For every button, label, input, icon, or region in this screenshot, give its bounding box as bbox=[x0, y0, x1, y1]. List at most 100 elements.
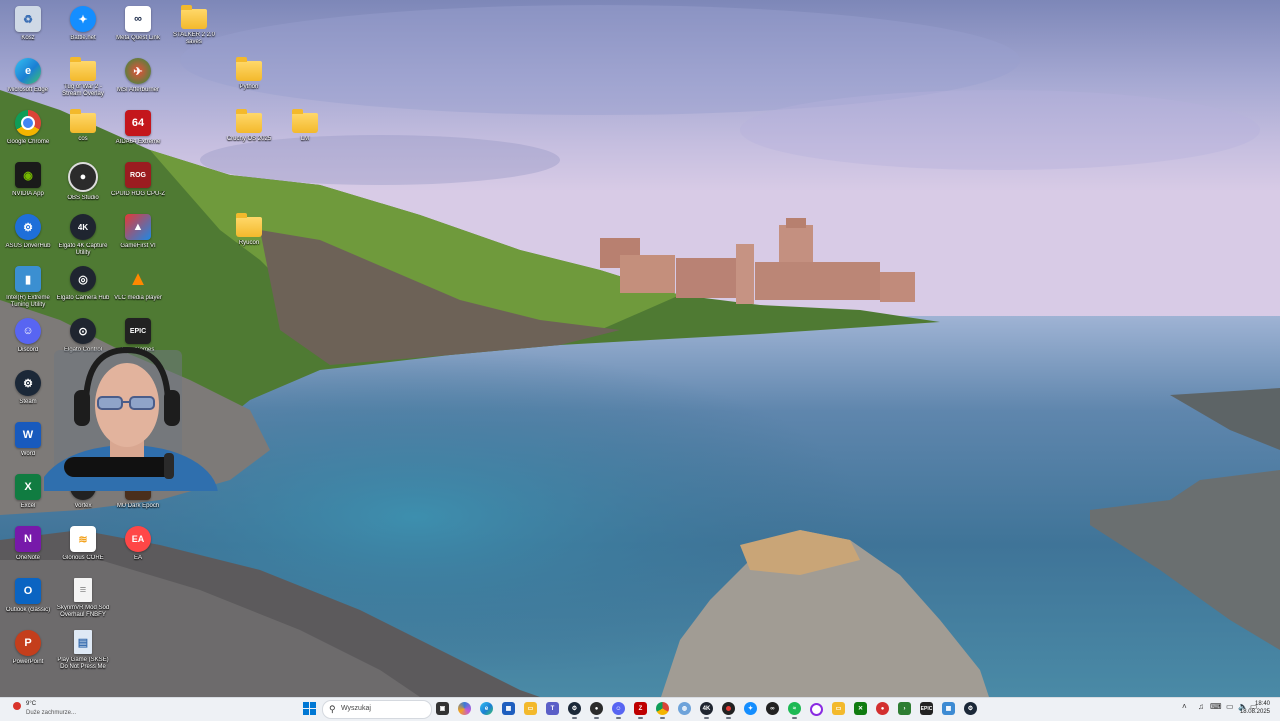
desktop-icon-obs-studio[interactable]: ● OBS Studio bbox=[55, 160, 111, 210]
asus-icon: ⚙ bbox=[15, 214, 41, 240]
desktop-icon-elgato-camera-hub[interactable]: ◎ Elgato Camera Hub bbox=[55, 264, 111, 314]
desktop-icon-vlc[interactable]: ▲ VLC media player bbox=[110, 264, 166, 314]
taskbar-teams[interactable]: T bbox=[546, 702, 559, 715]
desktop-icon-cruchy-os[interactable]: Cruchy OS 2025 bbox=[221, 108, 277, 158]
taskbar-epic[interactable]: EPIC bbox=[920, 702, 933, 715]
taskbar-circle-app[interactable] bbox=[810, 703, 823, 716]
taskbar-elgato[interactable]: 4K bbox=[700, 702, 713, 719]
desktop-icon-label: STALKER 2 2.0 saves bbox=[173, 32, 215, 45]
folder-icon bbox=[70, 109, 96, 133]
elgato-camera-icon: ◎ bbox=[70, 266, 96, 292]
desktop-icon-elgato-4k[interactable]: 4K Elgato 4K Capture Utility bbox=[55, 212, 111, 262]
desktop-icon-cpuz[interactable]: ROG CPUID ROG CPU-Z bbox=[110, 160, 166, 210]
taskbar-copilot[interactable] bbox=[458, 702, 471, 715]
desktop-icon-label: Glorious CORE bbox=[62, 555, 104, 561]
desktop-icon-lm[interactable]: LM bbox=[277, 108, 333, 158]
desktop-icon-outlook[interactable]: O Outlook (classic) bbox=[0, 576, 56, 626]
desktop-icon-python[interactable]: Python bbox=[221, 56, 277, 106]
excel-icon: X bbox=[15, 474, 41, 500]
taskbar-battlenet[interactable]: ✦ bbox=[744, 702, 757, 715]
desktop-icon-nvidia-app[interactable]: ◉ NVIDIA App bbox=[0, 160, 56, 210]
desktop-icon-intel-xtu[interactable]: ▮ Intel(R) Extreme Tuning Utility bbox=[0, 264, 56, 314]
recycle-bin-icon: ♻ bbox=[15, 6, 41, 32]
desktop-icon-label: EA bbox=[133, 555, 142, 561]
chevron-up-icon[interactable]: ˄ bbox=[1182, 702, 1187, 711]
desktop-icon-stalker-saves[interactable]: STALKER 2 2.0 saves bbox=[166, 4, 222, 54]
taskbar-obs[interactable]: ● bbox=[590, 702, 603, 719]
taskbar-meta[interactable]: ∞ bbox=[766, 702, 779, 715]
epic-icon: EPIC bbox=[125, 318, 151, 344]
desktop-icon-label: Python bbox=[239, 84, 259, 90]
document-icon: ≡ bbox=[74, 578, 92, 602]
desktop-icon-meta-quest-link[interactable]: ∞ Meta Quest Link bbox=[110, 4, 166, 54]
taskbar-terminal[interactable]: › bbox=[898, 702, 911, 715]
start-button[interactable] bbox=[303, 702, 316, 715]
taskbar-store[interactable]: ▦ bbox=[502, 702, 515, 715]
taskbar-filezilla[interactable]: Z bbox=[634, 702, 647, 719]
desktop-icon-label: PowerPoint bbox=[12, 659, 44, 665]
desktop-icon-recycle-bin[interactable]: ♻ Kosz bbox=[0, 4, 56, 54]
taskbar-xbox[interactable]: ✕ bbox=[854, 702, 867, 715]
desktop-icon-play-game-skse[interactable]: ▤ Play Game (SKSE) Do Not Press Me bbox=[55, 628, 111, 678]
desktop-icon-microsoft-edge[interactable]: e Microsoft Edge bbox=[0, 56, 56, 106]
discord-icon: ☺ bbox=[15, 318, 41, 344]
folder-icon bbox=[292, 109, 318, 133]
outlook-icon: O bbox=[15, 578, 41, 604]
desktop-icon-label: Elgato 4K Capture Utility bbox=[58, 243, 108, 256]
taskbar-record[interactable] bbox=[722, 702, 735, 719]
cpuz-icon: ROG bbox=[125, 162, 151, 188]
desktop-icon-gamefirst[interactable]: ▲ GameFirst VI bbox=[110, 212, 166, 262]
desktop-icon-label: OneNote bbox=[15, 555, 40, 561]
desktop-icon-label: Cruchy OS 2025 bbox=[226, 136, 272, 142]
desktop-icon-glorious-core[interactable]: ≋ Glorious CORE bbox=[55, 524, 111, 574]
taskbar-red-app[interactable]: ● bbox=[876, 702, 889, 715]
taskbar-file-explorer[interactable]: ▭ bbox=[524, 702, 537, 715]
taskbar-discord-notify[interactable]: ☺ bbox=[612, 702, 625, 719]
desktop-icon-label: AIDA64 Extreme bbox=[115, 139, 161, 145]
search-placeholder: Wyszukaj bbox=[341, 705, 371, 712]
taskbar-edge[interactable]: e bbox=[480, 702, 493, 715]
desktop-icon-label: Battle.net bbox=[70, 35, 96, 41]
language-icon[interactable]: ⌨ bbox=[1210, 702, 1222, 711]
desktop-icon-onenote[interactable]: N OneNote bbox=[0, 524, 56, 574]
desktop-icon-skyrimvr-mod[interactable]: ≡ SkyrimVR Mod Sod Overhaul FNBFY bbox=[55, 576, 111, 626]
taskbar-chrome[interactable] bbox=[656, 702, 669, 719]
chrome-icon bbox=[15, 110, 41, 136]
folder-icon bbox=[181, 5, 207, 29]
taskbar-folder[interactable]: ▭ bbox=[832, 702, 845, 715]
taskbar-clock[interactable]: 18:40 18.08.2025 bbox=[1240, 700, 1270, 716]
taskbar-calculator[interactable]: ▦ bbox=[942, 702, 955, 715]
desktop-icon-aida64[interactable]: 64 AIDA64 Extreme bbox=[110, 108, 166, 158]
microphone-icon[interactable]: ♫ bbox=[1198, 702, 1204, 711]
powerpoint-icon: P bbox=[15, 630, 41, 656]
taskbar: 9°C Duże zachmurze... ⚲ Wyszukaj ▣ e ▦ ▭… bbox=[0, 697, 1280, 721]
intel-xtu-icon: ▮ bbox=[15, 266, 41, 292]
desktop-icon-ryucon[interactable]: Ryucon bbox=[221, 212, 277, 262]
desktop-icon-msi-afterburner[interactable]: ✈ MSI Afterburner bbox=[110, 56, 166, 106]
desktop-icon-powerpoint[interactable]: P PowerPoint bbox=[0, 628, 56, 678]
desktop-icon-battlenet[interactable]: ✦ Battle.net bbox=[55, 4, 111, 54]
taskbar-search[interactable]: ⚲ Wyszukaj bbox=[322, 700, 432, 719]
taskbar-task-view[interactable]: ▣ bbox=[436, 702, 449, 715]
desktop-icon-cos[interactable]: cos bbox=[55, 108, 111, 158]
desktop-icon-google-chrome[interactable]: Google Chrome bbox=[0, 108, 56, 158]
taskbar-spotify[interactable]: ≈ bbox=[788, 702, 801, 719]
taskbar-steam-2[interactable]: ⚙ bbox=[964, 702, 977, 715]
ea-icon: EA bbox=[125, 526, 151, 552]
desktop-icon-label: Ryucon bbox=[238, 240, 260, 246]
glorious-icon: ≋ bbox=[70, 526, 96, 552]
word-icon: W bbox=[15, 422, 41, 448]
taskbar-network-app[interactable]: ◍ bbox=[678, 702, 691, 715]
weather-widget[interactable]: 9°C Duże zachmurze... bbox=[10, 700, 100, 719]
weather-temperature: 9°C bbox=[26, 701, 37, 707]
desktop-icon-tug-of-war[interactable]: Tug of War 2 - Stream Overlay bbox=[55, 56, 111, 106]
weather-icon bbox=[13, 702, 21, 710]
clock-time: 18:40 bbox=[1254, 701, 1270, 707]
network-icon[interactable]: ▭ bbox=[1226, 702, 1234, 711]
desktop-icon-asus-driverhub[interactable]: ⚙ ASUS DriverHub bbox=[0, 212, 56, 262]
edge-icon: e bbox=[15, 58, 41, 84]
desktop-icon-ea[interactable]: EA EA bbox=[110, 524, 166, 574]
taskbar-steam[interactable]: ⚙ bbox=[568, 702, 581, 719]
desktop-icon-label: LM bbox=[300, 136, 310, 142]
desktop-icon-label: Intel(R) Extreme Tuning Utility bbox=[6, 295, 50, 308]
